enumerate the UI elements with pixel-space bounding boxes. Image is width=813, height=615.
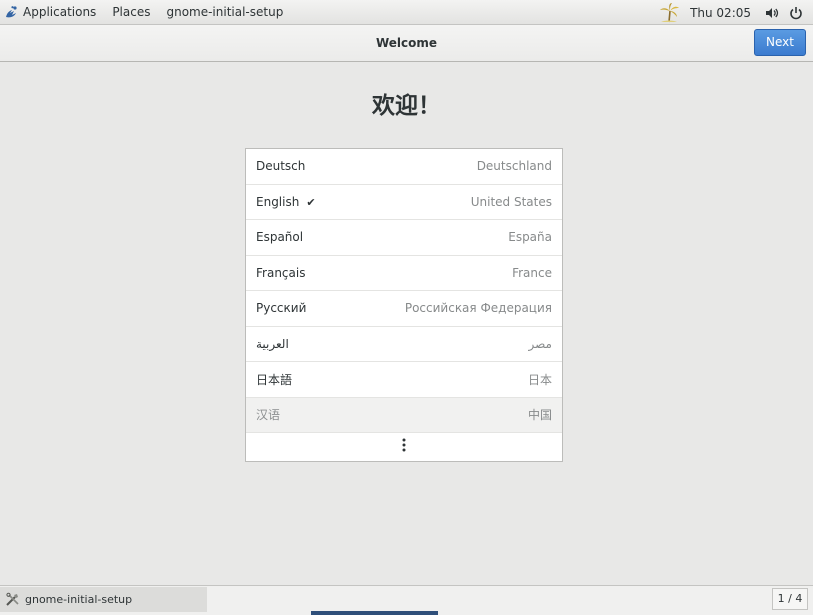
language-row-arabic[interactable]: العربية مصر <box>246 327 562 362</box>
language-name: Русский <box>256 301 307 316</box>
language-row-deutsch[interactable]: Deutsch Deutschland <box>246 149 562 185</box>
language-name-group: English ✔ <box>256 195 316 209</box>
checkmark-icon: ✔ <box>306 195 316 209</box>
language-name: Español <box>256 230 304 245</box>
taskbar-window-item[interactable]: gnome-initial-setup <box>0 587 207 612</box>
applications-label: Applications <box>23 5 97 19</box>
next-button[interactable]: Next <box>754 29 806 56</box>
bottom-edge-strip <box>311 611 438 615</box>
applications-menu[interactable]: Applications <box>0 0 104 25</box>
places-menu[interactable]: Places <box>104 0 158 25</box>
language-row-english[interactable]: English ✔ United States <box>246 185 562 220</box>
language-region: مصر <box>528 336 552 351</box>
language-region: Deutschland <box>476 159 552 174</box>
language-name: 日本語 <box>256 372 293 387</box>
language-name: Français <box>256 265 306 280</box>
status-area: Thu 02:05 <box>658 0 813 25</box>
language-name: Deutsch <box>256 159 306 174</box>
more-languages-button[interactable] <box>246 428 562 461</box>
welcome-heading: 欢迎！ <box>372 93 441 119</box>
language-region: United States <box>470 194 552 209</box>
language-row-japanese[interactable]: 日本語 日本 <box>246 362 562 398</box>
more-vertical-icon <box>402 438 406 451</box>
clock[interactable]: Thu 02:05 <box>690 6 751 20</box>
places-label: Places <box>112 5 151 19</box>
language-row-russian[interactable]: Русский Российская Федерация <box>246 291 562 327</box>
palm-tree-icon[interactable] <box>658 2 680 24</box>
language-list: Deutsch Deutschland English ✔ United Stat… <box>245 148 563 462</box>
top-panel: Applications Places gnome-initial-setup … <box>0 0 813 25</box>
gnome-foot-icon <box>6 6 17 18</box>
language-name: 汉语 <box>256 408 281 423</box>
header-bar: Welcome Next <box>0 25 813 62</box>
language-region: Российская Федерация <box>404 301 552 316</box>
language-name: العربية <box>256 336 289 351</box>
language-region: 日本 <box>527 372 552 387</box>
page-title: Welcome <box>375 36 438 50</box>
volume-icon[interactable] <box>765 6 779 20</box>
language-row-francais[interactable]: Français France <box>246 256 562 291</box>
language-region: 中国 <box>527 408 552 423</box>
language-row-espanol[interactable]: Español España <box>246 220 562 256</box>
app-menu[interactable]: gnome-initial-setup <box>158 0 291 25</box>
app-menu-label: gnome-initial-setup <box>166 5 284 19</box>
language-name: English <box>256 194 300 209</box>
language-region: España <box>508 230 552 245</box>
language-region: France <box>512 265 552 280</box>
power-icon[interactable] <box>789 6 803 20</box>
taskbar-window-label: gnome-initial-setup <box>25 593 133 606</box>
workspace-indicator[interactable]: 1 / 4 <box>772 588 808 610</box>
setup-tools-icon <box>6 592 19 606</box>
